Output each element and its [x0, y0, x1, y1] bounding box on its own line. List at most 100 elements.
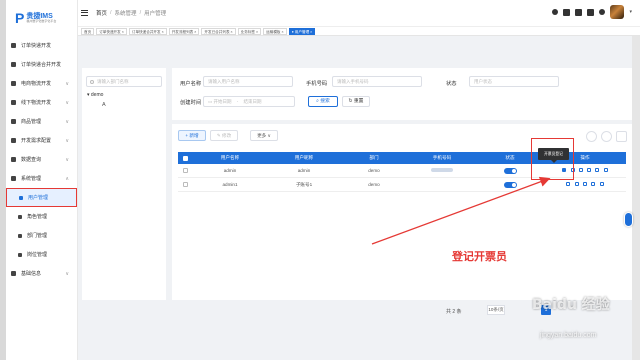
hamburger-menu-icon[interactable]: [81, 10, 88, 16]
username-label: 用户名称: [180, 81, 202, 87]
logo-subtitle: 福州数字化数字化平台: [26, 19, 57, 23]
font-size-icon[interactable]: [599, 9, 606, 15]
columns-icon[interactable]: [616, 131, 627, 142]
avatar[interactable]: [610, 5, 625, 19]
annotation-callout-text: 登记开票员: [452, 251, 507, 263]
sidebar-item-order-merge[interactable]: 订单快递合并开发: [6, 55, 77, 74]
status-select[interactable]: 用户状态: [469, 76, 559, 87]
breadcrumb-separator: /: [110, 10, 112, 16]
reset-button[interactable]: ↻ 重置: [342, 96, 370, 107]
fullscreen-icon[interactable]: [587, 8, 595, 16]
tag-order-merge[interactable]: 订单快递合并开发 ×: [128, 27, 167, 35]
dept-search-input[interactable]: 请输入部门名称: [86, 76, 162, 87]
sidebar-item-label: 订单快递合并开发: [21, 62, 62, 68]
row-checkbox[interactable]: [178, 168, 192, 173]
chevron-down-icon: ∨: [65, 137, 69, 144]
sidebar-item-order-dev[interactable]: 订单快递开发: [6, 36, 77, 55]
username-input[interactable]: 请输入用户名称: [203, 76, 293, 87]
tag-home[interactable]: 首页: [81, 27, 95, 35]
chevron-down-icon: ∨: [65, 156, 69, 163]
key-icon[interactable]: [587, 168, 592, 172]
sidebar-item-label: 部门管理: [27, 233, 48, 239]
floating-scroll-widget[interactable]: [624, 212, 633, 227]
row-checkbox[interactable]: [178, 182, 192, 187]
tag-user-management[interactable]: ● 用户管理 ×: [288, 27, 316, 35]
breadcrumb-current: 用户管理: [144, 11, 167, 17]
cell-phone: [408, 168, 476, 173]
stack-icon: [11, 100, 16, 105]
tag-dev-merged[interactable]: 开发已合并列表 ×: [201, 27, 236, 35]
tree-icon: [18, 233, 22, 238]
baidu-watermark: Baidu 经验: [532, 297, 610, 313]
sidebar-item-dept-management[interactable]: 部门管理: [6, 226, 77, 245]
breadcrumb-system[interactable]: 系统管理: [115, 9, 137, 17]
edit-button-label: 修改: [221, 133, 232, 138]
date-range-separator: -: [236, 99, 239, 104]
sidebar-item-basic-info[interactable]: 基础信息 ∨: [6, 264, 77, 283]
cell-department: demo: [368, 168, 380, 173]
page-size-select[interactable]: 10条/页: [487, 305, 505, 315]
check-circle-icon[interactable]: [591, 182, 596, 186]
document-icon: [11, 43, 16, 48]
add-button[interactable]: + 新增: [178, 130, 206, 141]
logo-mark: P: [15, 10, 25, 26]
check-circle-icon[interactable]: [595, 168, 600, 172]
breadcrumb-home[interactable]: 首页: [96, 9, 107, 17]
tag-shipping-template[interactable]: 运输模板 ×: [263, 27, 287, 35]
search-button[interactable]: ⌕ 搜索: [308, 96, 338, 107]
phone-input[interactable]: 请输入手机号码: [332, 76, 422, 87]
sidebar-item-label: 系统管理: [21, 176, 42, 182]
document-icon: [11, 81, 16, 86]
col-nickname: 用户昵称: [294, 155, 314, 160]
cell-status: [476, 181, 544, 188]
cell-department: demo: [368, 182, 380, 187]
edit-icon[interactable]: [566, 182, 571, 186]
info-icon: [11, 271, 16, 276]
sidebar-item-products[interactable]: 商品管理 ∨: [6, 112, 77, 131]
sidebar-item-dev-config[interactable]: 开发需求配置 ∨: [6, 131, 77, 150]
more-button[interactable]: 更多 ∨: [250, 130, 278, 141]
edit-button[interactable]: ✎ 修改: [210, 130, 238, 141]
tag-business-label[interactable]: 业务标签 ×: [237, 27, 262, 35]
sidebar-item-ecommerce[interactable]: 电商物流开发 ∨: [6, 74, 77, 93]
sidebar-item-system[interactable]: 系统管理 ∧: [6, 169, 77, 188]
breadcrumb-separator: /: [139, 10, 142, 16]
delete-icon[interactable]: [574, 182, 579, 186]
sidebar-item-post-management[interactable]: 岗位管理: [6, 245, 77, 264]
more-icon[interactable]: [603, 168, 608, 172]
sidebar-item-offline[interactable]: 线下物流开发 ∨: [6, 93, 77, 112]
select-all-checkbox[interactable]: [178, 155, 192, 161]
search-icon[interactable]: [552, 9, 559, 15]
tag-dev-flow[interactable]: 开发流程列表 ×: [168, 27, 200, 35]
sidebar-item-data-query[interactable]: 数据查询 ∨: [6, 150, 77, 169]
tree-node-child[interactable]: A: [102, 102, 106, 108]
caret-down-icon[interactable]: ▾: [629, 9, 632, 15]
post-icon: [18, 252, 22, 257]
chevron-down-icon: ∨: [65, 118, 69, 125]
end-date-placeholder: 结束日期: [243, 99, 262, 104]
status-toggle[interactable]: [503, 167, 517, 174]
status-toggle[interactable]: [503, 181, 517, 188]
delete-icon[interactable]: [578, 168, 583, 172]
toggle-search-icon[interactable]: [586, 131, 597, 142]
tag-order-dev[interactable]: 订单快递开发 ×: [96, 27, 127, 35]
message-icon[interactable]: [575, 8, 583, 16]
created-time-label: 创建时间: [180, 100, 202, 106]
tree-node-label: demo: [90, 92, 104, 98]
more-icon[interactable]: [599, 182, 604, 186]
logo[interactable]: P 贵捷IMS 福州数字化数字化平台: [6, 0, 77, 36]
refresh-icon[interactable]: [601, 131, 612, 142]
search-icon: [11, 157, 16, 162]
sidebar-item-user-management[interactable]: 用户管理: [6, 188, 77, 207]
dept-search-placeholder: 请输入部门名称: [97, 79, 129, 84]
chevron-down-icon: ∨: [65, 270, 69, 277]
date-range-picker[interactable]: ▭ 开始日期 - 结束日期: [203, 96, 295, 107]
chevron-down-icon: ∨: [65, 80, 69, 87]
tree-node-root[interactable]: ▾ demo: [87, 92, 103, 98]
chevron-down-icon: ∨: [65, 99, 69, 106]
user-icon[interactable]: [563, 8, 571, 16]
key-icon[interactable]: [583, 182, 587, 186]
sidebar-item-label: 基础信息: [21, 271, 42, 277]
sidebar-item-role-management[interactable]: 角色管理: [6, 207, 77, 226]
cell-actions: [544, 182, 626, 187]
